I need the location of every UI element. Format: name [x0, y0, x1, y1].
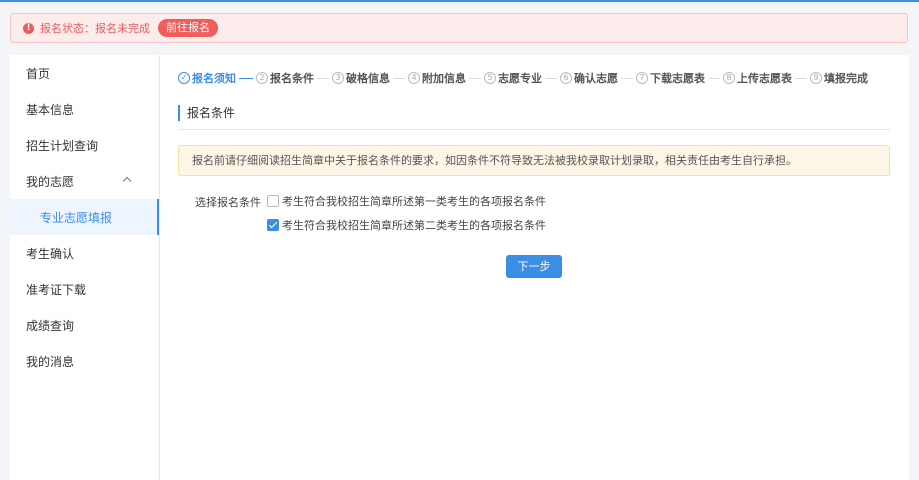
sidebar-item-home[interactable]: 首页 [10, 55, 159, 91]
step-label: 下载志愿表 [650, 72, 705, 85]
step-connector [239, 77, 253, 79]
checkbox-checked[interactable] [267, 219, 279, 231]
step-9: 9 填报完成 [810, 70, 868, 86]
step-label: 上传志愿表 [737, 72, 792, 85]
step-7: 7 下载志愿表 [636, 70, 705, 86]
sidebar-item-label: 我的消息 [26, 354, 75, 369]
step-label: 志愿专业 [498, 72, 542, 85]
step-6: 6 确认志愿 [560, 70, 618, 86]
step-label: 破格信息 [346, 72, 390, 85]
divider [178, 129, 890, 130]
step-connector [708, 77, 720, 79]
status-alert: ! 报名状态：报名未完成 前往报名 [10, 13, 908, 43]
step-number-icon: 3 [332, 72, 344, 84]
sidebar-item-my-wishes[interactable]: 我的志愿 [10, 163, 159, 199]
option-label: 考生符合我校招生简章所述第二类考生的各项报名条件 [282, 219, 546, 232]
sidebar-item-label: 专业志愿填报 [40, 210, 113, 225]
checkbox-unchecked[interactable] [267, 195, 279, 207]
step-number-icon: 5 [484, 72, 496, 84]
step-3: 3 破格信息 [332, 70, 390, 86]
sidebar-item-major-wish-fill[interactable]: 专业志愿填报 [10, 199, 159, 235]
option-label: 考生符合我校招生简章所述第一类考生的各项报名条件 [282, 195, 546, 208]
sidebar-item-label: 我的志愿 [26, 174, 75, 189]
status-text: 报名状态：报名未完成 [40, 22, 150, 35]
sidebar-item-admission-ticket[interactable]: 准考证下载 [10, 271, 159, 307]
go-register-button[interactable]: 前往报名 [158, 19, 218, 37]
sidebar-item-label: 基本信息 [26, 102, 75, 117]
step-connector [795, 77, 807, 79]
sidebar-item-label: 成绩查询 [26, 318, 75, 333]
step-2: 2 报名条件 [256, 70, 314, 86]
step-progress: ✓ 报名须知 2 报名条件 3 破格信息 4 附加信息 5 志愿专业 6 确认志愿 7 下载志… [178, 71, 868, 85]
step-connector [469, 77, 481, 79]
step-connector [317, 77, 329, 79]
step-number-icon: 8 [723, 72, 735, 84]
step-4: 4 附加信息 [408, 70, 466, 86]
step-8: 8 上传志愿表 [723, 70, 792, 86]
condition-option-2[interactable]: 考生符合我校招生简章所述第二类考生的各项报名条件 [267, 217, 546, 233]
sidebar-item-basic-info[interactable]: 基本信息 [10, 91, 159, 127]
sidebar-item-score-query[interactable]: 成绩查询 [10, 307, 159, 343]
top-accent-line [0, 0, 919, 2]
step-label: 附加信息 [422, 72, 466, 85]
step-number-icon: 7 [636, 72, 648, 84]
chevron-up-icon [122, 176, 132, 186]
sidebar-item-label: 考生确认 [26, 246, 75, 261]
condition-label: 选择报名条件 [195, 196, 261, 209]
step-number-icon: 6 [560, 72, 572, 84]
sidebar-item-candidate-confirm[interactable]: 考生确认 [10, 235, 159, 271]
step-label: 确认志愿 [574, 72, 618, 85]
main-content: ✓ 报名须知 2 报名条件 3 破格信息 4 附加信息 5 志愿专业 6 确认志愿 7 下载志… [160, 55, 909, 480]
condition-option-1[interactable]: 考生符合我校招生简章所述第一类考生的各项报名条件 [267, 193, 546, 209]
step-label: 填报完成 [824, 72, 868, 85]
step-5: 5 志愿专业 [484, 70, 542, 86]
sidebar-item-label: 招生计划查询 [26, 138, 99, 153]
sidebar-item-label: 首页 [26, 66, 51, 81]
section-title: 报名条件 [178, 105, 235, 121]
notice-banner: 报名前请仔细阅读招生简章中关于报名条件的要求，如因条件不符导致无法被我校录取计划… [178, 145, 890, 176]
step-1: ✓ 报名须知 [178, 70, 236, 86]
next-step-button[interactable]: 下一步 [506, 255, 562, 278]
warning-circle-icon: ! [23, 22, 34, 34]
step-connector [393, 77, 405, 79]
sidebar: 首页 基本信息 招生计划查询 我的志愿 专业志愿填报 考生确认 准考证下载 成绩… [10, 55, 160, 480]
sidebar-item-my-messages[interactable]: 我的消息 [10, 343, 159, 379]
step-label: 报名条件 [270, 72, 314, 85]
step-number-icon: 4 [408, 72, 420, 84]
sidebar-item-label: 准考证下载 [26, 282, 87, 297]
step-number-icon: 9 [810, 72, 822, 84]
step-connector [545, 77, 557, 79]
step-connector [621, 77, 633, 79]
step-number-icon: 2 [256, 72, 268, 84]
sidebar-item-plan-query[interactable]: 招生计划查询 [10, 127, 159, 163]
step-label: 报名须知 [192, 72, 236, 85]
check-circle-icon: ✓ [178, 72, 190, 84]
